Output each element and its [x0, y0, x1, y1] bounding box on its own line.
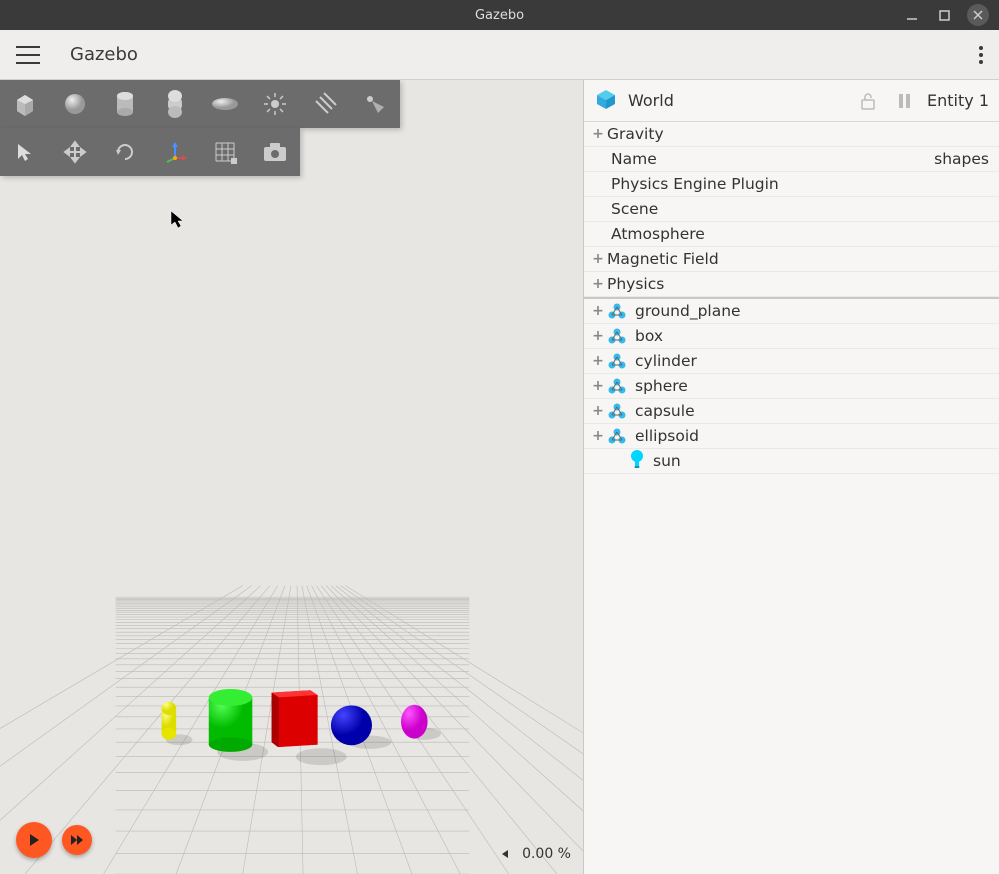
entity-ellipsoid[interactable]: + ellipsoid [584, 424, 999, 449]
capsule-shape [162, 702, 177, 740]
entity-sun[interactable]: sun [584, 449, 999, 474]
cylinder-shape [209, 689, 253, 752]
entity-ground-plane[interactable]: + ground_plane [584, 299, 999, 324]
window-title: Gazebo [475, 8, 524, 23]
model-icon [607, 378, 627, 394]
step-forward-button[interactable] [62, 825, 92, 855]
sphere-shape [331, 705, 372, 745]
close-button[interactable] [967, 4, 989, 26]
world-properties-tree: +Gravity Nameshapes Physics Engine Plugi… [584, 122, 999, 297]
translate-tool-button[interactable] [50, 128, 100, 176]
insert-sphere-button[interactable] [50, 80, 100, 128]
entity-panel: World Entity 1 +Gravity Nameshapes Physi… [583, 80, 999, 874]
entity-sphere[interactable]: + sphere [584, 374, 999, 399]
select-tool-button[interactable] [0, 128, 50, 176]
lock-icon[interactable] [855, 92, 881, 110]
rotate-tool-button[interactable] [100, 128, 150, 176]
screenshot-button[interactable] [250, 128, 300, 176]
transform-tool-button[interactable] [150, 128, 200, 176]
status-bar: 0.00 % [500, 846, 571, 862]
entity-list: + ground_plane + box + cylinder + sphere… [584, 297, 999, 474]
box-shape [272, 690, 318, 747]
insert-cylinder-button[interactable] [100, 80, 150, 128]
app-header: Gazebo [0, 30, 999, 80]
entity-capsule[interactable]: + capsule [584, 399, 999, 424]
play-button[interactable] [16, 822, 52, 858]
world-icon [594, 87, 618, 115]
tree-row-name[interactable]: Nameshapes [584, 147, 999, 172]
insert-spot-light-button[interactable] [350, 80, 400, 128]
light-icon [629, 449, 645, 473]
manipulation-toolbar [0, 128, 300, 176]
model-icon [607, 303, 627, 319]
insert-directional-light-button[interactable] [300, 80, 350, 128]
model-icon [607, 428, 627, 444]
tree-row-physics[interactable]: +Physics [584, 272, 999, 297]
scene-3d [0, 394, 583, 874]
grid-snap-button[interactable] [200, 128, 250, 176]
viewport-3d[interactable]: 0.00 % [0, 80, 583, 874]
insert-ellipsoid-button[interactable] [200, 80, 250, 128]
minimize-button[interactable] [903, 6, 921, 24]
real-time-factor: 0.00 % [522, 846, 571, 862]
entity-cylinder[interactable]: + cylinder [584, 349, 999, 374]
model-icon [607, 328, 627, 344]
insert-box-button[interactable] [0, 80, 50, 128]
pause-icon[interactable] [891, 93, 917, 109]
ellipsoid-shape [401, 705, 428, 739]
tree-row-gravity[interactable]: +Gravity [584, 122, 999, 147]
entity-count: Entity 1 [927, 91, 989, 110]
tree-row-atmosphere[interactable]: Atmosphere [584, 222, 999, 247]
insert-point-light-button[interactable] [250, 80, 300, 128]
model-icon [607, 403, 627, 419]
more-options-button[interactable] [979, 46, 983, 64]
shape-toolbar [0, 80, 400, 128]
app-title: Gazebo [70, 44, 138, 65]
model-icon [607, 353, 627, 369]
panel-header: World Entity 1 [584, 80, 999, 122]
tree-row-magnetic-field[interactable]: +Magnetic Field [584, 247, 999, 272]
playback-controls [16, 822, 92, 858]
collapse-left-icon[interactable] [500, 849, 510, 859]
maximize-button[interactable] [935, 6, 953, 24]
tree-row-scene[interactable]: Scene [584, 197, 999, 222]
world-label: World [628, 91, 674, 110]
menu-button[interactable] [16, 46, 40, 64]
tree-row-physics-plugin[interactable]: Physics Engine Plugin [584, 172, 999, 197]
entity-box[interactable]: + box [584, 324, 999, 349]
window-titlebar: Gazebo [0, 0, 999, 30]
insert-capsule-button[interactable] [150, 80, 200, 128]
cursor-icon [170, 210, 186, 234]
